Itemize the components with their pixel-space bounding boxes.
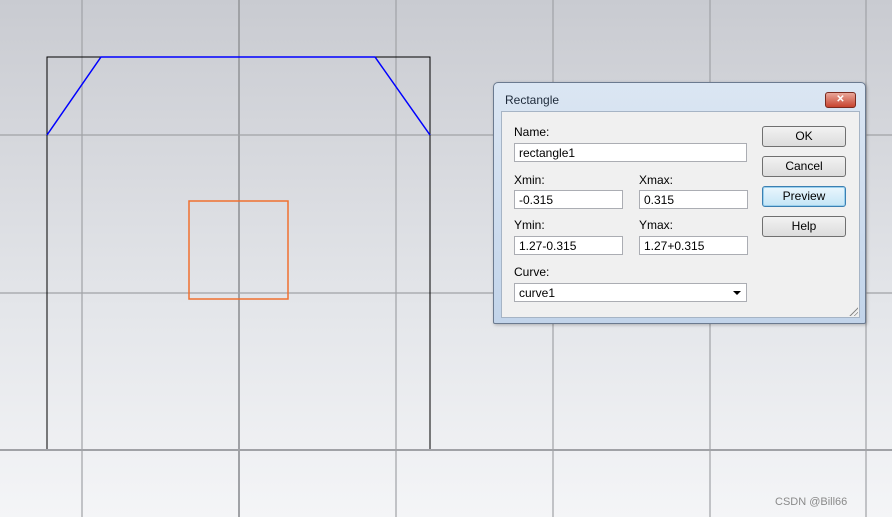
xmin-label: Xmin: — [514, 173, 545, 187]
name-label: Name: — [514, 125, 550, 139]
curve-label: Curve: — [514, 265, 550, 279]
ok-button[interactable]: OK — [762, 126, 846, 147]
rectangle-dialog: Rectangle ✕ Name: rectangle1 Xmin: -0.31… — [493, 82, 866, 324]
xmax-label: Xmax: — [639, 173, 674, 187]
xmax-field[interactable]: 0.315 — [639, 190, 748, 209]
dialog-body: Name: rectangle1 Xmin: -0.315 Xmax: 0.31… — [501, 111, 860, 318]
ymin-label: Ymin: — [514, 218, 545, 232]
watermark: CSDN @Bill66 — [775, 496, 848, 508]
ymax-field[interactable]: 1.27+0.315 — [639, 236, 748, 255]
dialog-titlebar[interactable]: Rectangle ✕ — [494, 83, 865, 109]
cancel-button[interactable]: Cancel — [762, 156, 846, 177]
ymin-field[interactable]: 1.27-0.315 — [514, 236, 623, 255]
curve-select-value: curve1 — [519, 286, 556, 300]
curve-select[interactable]: curve1 — [514, 283, 747, 302]
resize-grip-icon[interactable] — [848, 306, 858, 316]
help-button[interactable]: Help — [762, 216, 846, 237]
xmin-field[interactable]: -0.315 — [514, 190, 623, 209]
chevron-down-icon[interactable] — [733, 291, 741, 295]
dialog-title: Rectangle — [505, 93, 560, 107]
preview-button[interactable]: Preview — [762, 186, 846, 207]
ymax-label: Ymax: — [639, 218, 674, 232]
name-field[interactable]: rectangle1 — [514, 143, 747, 162]
close-button[interactable]: ✕ — [825, 92, 856, 108]
